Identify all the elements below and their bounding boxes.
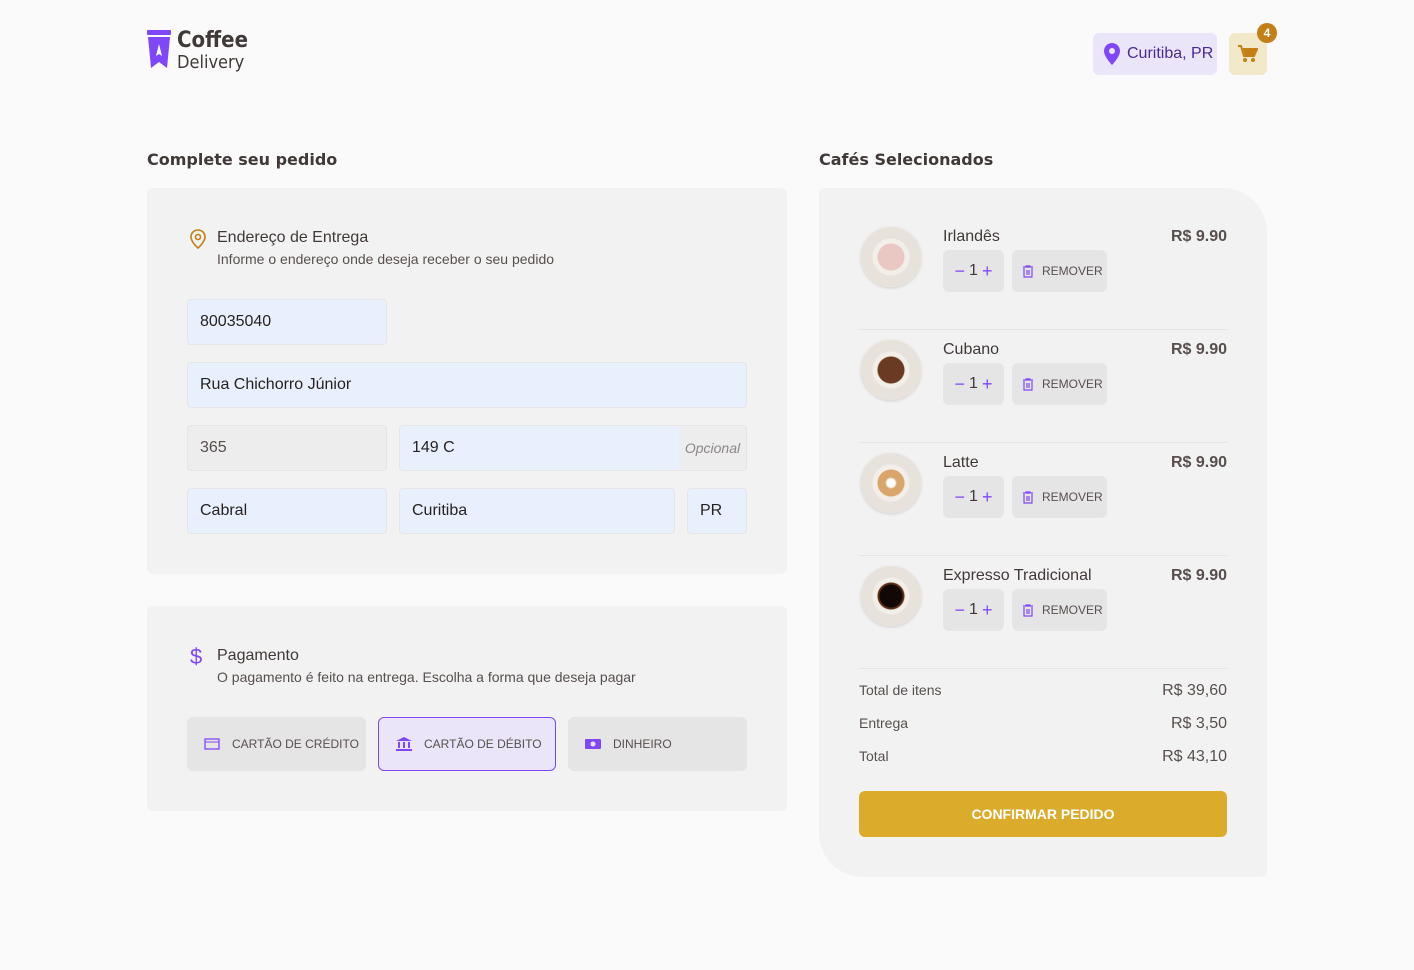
logo-line1: Coffee <box>177 28 249 53</box>
logo[interactable]: Coffee Delivery <box>147 30 248 72</box>
checkout-title: Complete seu pedido <box>147 150 338 169</box>
street-field[interactable]: Rua Chichorro Júnior <box>187 362 747 408</box>
payment-credit-label: CARTÃO DE CRÉDITO <box>232 737 359 751</box>
item-name: Cubano <box>943 341 1000 358</box>
cart-item: Cubano R$ 9.90 − 1 + REMOVER <box>859 330 1227 443</box>
money-icon <box>585 739 601 749</box>
neighborhood-field[interactable]: Cabral <box>187 488 387 534</box>
trash-icon <box>1023 264 1033 278</box>
coffee-image <box>861 340 921 400</box>
remove-label: REMOVER <box>1042 264 1103 278</box>
remove-label: REMOVER <box>1042 377 1103 391</box>
shopping-cart-icon <box>1238 45 1258 62</box>
map-pin-outline-icon <box>190 229 206 249</box>
dollar-icon: $ <box>190 644 203 669</box>
trash-icon <box>1023 490 1033 504</box>
cart-title: Cafés Selecionados <box>819 150 994 169</box>
plus-button[interactable]: + <box>982 600 993 621</box>
total-label: Total <box>859 748 889 764</box>
state-field[interactable]: PR <box>687 488 747 534</box>
quantity-value: 1 <box>969 488 978 505</box>
address-subtitle: Informe o endereço onde deseja receber o… <box>217 251 555 267</box>
coffee-image <box>861 453 921 513</box>
total-items-value: R$ 39,60 <box>1162 682 1227 699</box>
remove-label: REMOVER <box>1042 490 1103 504</box>
quantity-value: 1 <box>969 601 978 618</box>
remove-button[interactable]: REMOVER <box>1012 363 1107 405</box>
remove-label: REMOVER <box>1042 603 1103 617</box>
minus-button[interactable]: − <box>955 487 966 508</box>
delivery-value: R$ 3,50 <box>1170 715 1227 732</box>
complement-field[interactable]: 149 C Opcional <box>399 425 747 471</box>
item-price: R$ 9.90 <box>1170 228 1227 245</box>
address-card: Endereço de Entrega Informe o endereço o… <box>147 188 787 574</box>
quantity-stepper: − 1 + <box>943 589 1004 631</box>
coffee-cup-logo-icon <box>147 30 171 68</box>
item-name: Expresso Tradicional <box>943 567 1092 584</box>
item-price: R$ 9.90 <box>1170 454 1227 471</box>
quantity-stepper: − 1 + <box>943 476 1004 518</box>
payment-title: Pagamento <box>217 647 299 664</box>
plus-button[interactable]: + <box>982 487 993 508</box>
trash-icon <box>1023 377 1033 391</box>
item-price: R$ 9.90 <box>1170 567 1227 584</box>
cart-item: Irlandês R$ 9.90 − 1 + REMOVER <box>859 217 1227 330</box>
total-items-label: Total de itens <box>859 682 942 698</box>
remove-button[interactable]: REMOVER <box>1012 476 1107 518</box>
cart-count-badge: 4 <box>1257 23 1277 43</box>
coffee-image <box>861 227 921 287</box>
minus-button[interactable]: − <box>955 261 966 282</box>
payment-card: $ Pagamento O pagamento é feito na entre… <box>147 606 787 811</box>
location-label: Curitiba, PR <box>1127 45 1214 62</box>
cep-field[interactable]: 80035040 <box>187 299 387 345</box>
trash-icon <box>1023 603 1033 617</box>
quantity-stepper: − 1 + <box>943 363 1004 405</box>
optional-hint: Opcional <box>679 426 746 470</box>
item-name: Irlandês <box>943 228 1000 245</box>
payment-cash-label: DINHEIRO <box>613 737 672 751</box>
plus-button[interactable]: + <box>982 261 993 282</box>
item-price: R$ 9.90 <box>1170 341 1227 358</box>
coffee-image <box>861 566 921 626</box>
number-field[interactable]: 365 <box>187 425 387 471</box>
delivery-row: Entrega R$ 3,50 <box>859 715 1227 733</box>
delivery-label: Entrega <box>859 715 909 731</box>
bank-icon <box>396 737 412 751</box>
remove-button[interactable]: REMOVER <box>1012 250 1107 292</box>
item-name: Latte <box>943 454 979 471</box>
payment-subtitle: O pagamento é feito na entrega. Escolha … <box>217 669 636 685</box>
payment-cash-button[interactable]: DINHEIRO <box>568 717 747 771</box>
minus-button[interactable]: − <box>955 600 966 621</box>
payment-credit-button[interactable]: CARTÃO DE CRÉDITO <box>187 717 366 771</box>
payment-debit-button[interactable]: CARTÃO DE DÉBITO <box>378 717 556 771</box>
minus-button[interactable]: − <box>955 374 966 395</box>
plus-button[interactable]: + <box>982 374 993 395</box>
city-field[interactable]: Curitiba <box>399 488 675 534</box>
map-pin-icon <box>1104 43 1120 65</box>
quantity-value: 1 <box>969 262 978 279</box>
logo-line2: Delivery <box>177 52 245 73</box>
total-items-row: Total de itens R$ 39,60 <box>859 682 1227 700</box>
divider <box>859 668 1227 669</box>
total-row: Total R$ 43,10 <box>859 748 1227 766</box>
address-title: Endereço de Entrega <box>217 229 369 246</box>
quantity-stepper: − 1 + <box>943 250 1004 292</box>
cart-item: Latte R$ 9.90 − 1 + REMOVER <box>859 443 1227 556</box>
quantity-value: 1 <box>969 375 978 392</box>
confirm-order-button[interactable]: CONFIRMAR PEDIDO <box>859 791 1227 837</box>
payment-debit-label: CARTÃO DE DÉBITO <box>424 737 542 751</box>
cart-item: Expresso Tradicional R$ 9.90 − 1 + REMOV… <box>859 556 1227 669</box>
location-button[interactable]: Curitiba, PR <box>1093 33 1217 75</box>
complement-value: 149 C <box>412 439 455 456</box>
remove-button[interactable]: REMOVER <box>1012 589 1107 631</box>
total-value: R$ 43,10 <box>1162 748 1227 765</box>
credit-card-icon <box>204 738 220 750</box>
